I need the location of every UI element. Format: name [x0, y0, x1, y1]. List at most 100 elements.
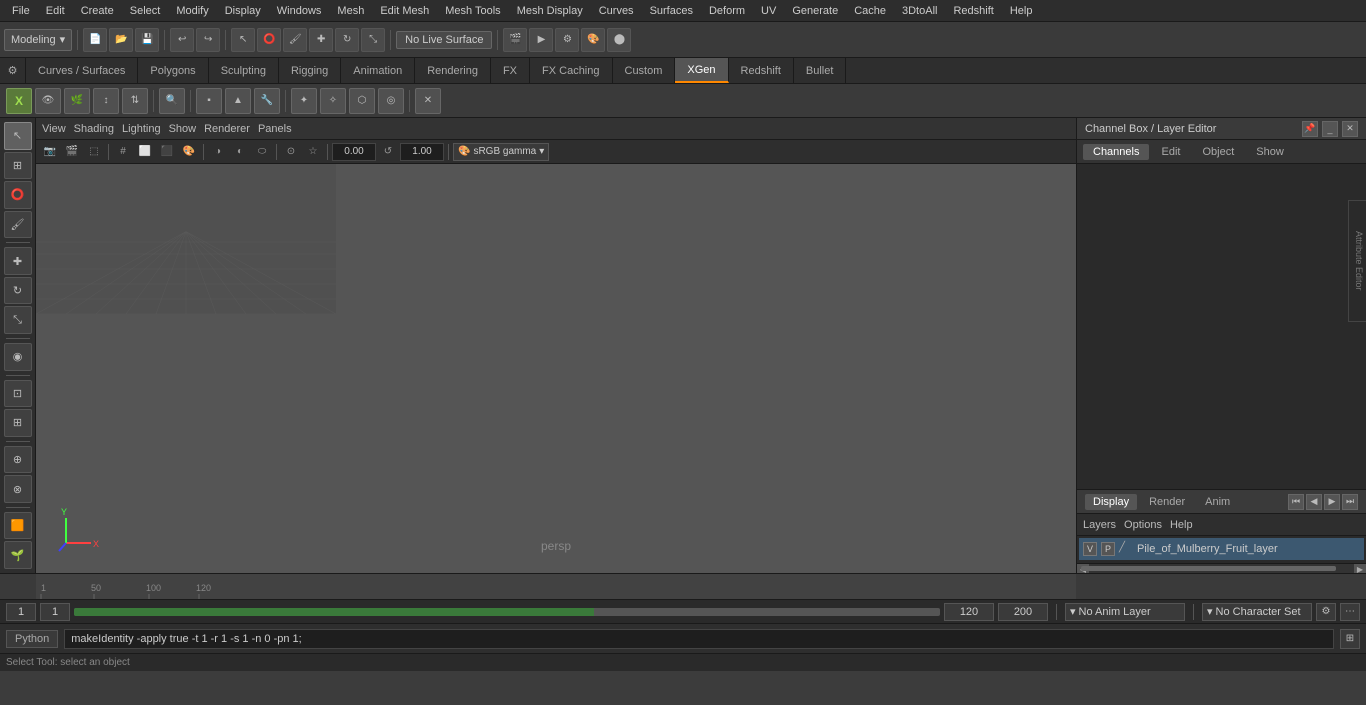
vp-menu-panels[interactable]: Panels	[258, 123, 292, 135]
tab-polygons[interactable]: Polygons	[138, 58, 208, 83]
channel-tab-channels[interactable]: Channels	[1083, 144, 1149, 160]
tab-settings-button[interactable]: ⚙	[0, 58, 26, 83]
vp-ao-btn[interactable]: ◐	[230, 143, 250, 161]
tab-fx[interactable]: FX	[491, 58, 530, 83]
tab-redshift[interactable]: Redshift	[729, 58, 794, 83]
lasso-tool-left[interactable]: ⭕	[4, 181, 32, 209]
xgen-btn-x[interactable]: X	[6, 88, 32, 114]
channel-box-minimize[interactable]: _	[1322, 121, 1338, 137]
xgen-btn-arrow2[interactable]: ⇅	[122, 88, 148, 114]
xgen-btn-hex[interactable]: ⬡	[349, 88, 375, 114]
menu-3dtoall[interactable]: 3DtoAll	[894, 3, 945, 19]
menu-cache[interactable]: Cache	[846, 3, 894, 19]
vp-menu-renderer[interactable]: Renderer	[204, 123, 250, 135]
menu-display[interactable]: Display	[217, 3, 269, 19]
xgen-btn-square[interactable]: ▪	[196, 88, 222, 114]
char-set-dropdown[interactable]: ▾ No Character Set	[1202, 603, 1312, 621]
menu-create[interactable]: Create	[73, 3, 122, 19]
layer-tab-render[interactable]: Render	[1141, 494, 1193, 510]
tab-custom[interactable]: Custom	[613, 58, 676, 83]
vp-texture-btn[interactable]: 🎨	[179, 143, 199, 161]
python-mode-label[interactable]: Python	[6, 630, 58, 648]
no-live-surface-button[interactable]: No Live Surface	[396, 31, 492, 49]
layer-visibility-toggle[interactable]: V	[1083, 542, 1097, 556]
tab-bullet[interactable]: Bullet	[794, 58, 847, 83]
move-tool-left[interactable]: ✚	[4, 247, 32, 275]
select-tool-left[interactable]: ↖	[4, 122, 32, 150]
vp-film-btn[interactable]: 🎬	[62, 143, 82, 161]
python-command-input[interactable]	[64, 629, 1334, 649]
channel-tab-edit[interactable]: Edit	[1151, 144, 1190, 160]
custom-tool1[interactable]: ⊞	[4, 409, 32, 437]
layer-playback-toggle[interactable]: P	[1101, 542, 1115, 556]
vp-menu-view[interactable]: View	[42, 123, 66, 135]
new-file-button[interactable]: 📄	[83, 28, 107, 52]
material-tool[interactable]: 🟧	[4, 512, 32, 540]
tab-animation[interactable]: Animation	[341, 58, 415, 83]
menu-edit-mesh[interactable]: Edit Mesh	[372, 3, 437, 19]
snap-tool[interactable]: ⊕	[4, 446, 32, 474]
camera-rotation-icon[interactable]: ↺	[378, 143, 398, 161]
redo-button[interactable]: ↪	[196, 28, 220, 52]
attribute-editor-tab[interactable]: Attribute Editor	[1348, 200, 1366, 322]
menu-generate[interactable]: Generate	[784, 3, 846, 19]
xgen-btn-circle[interactable]: ◎	[378, 88, 404, 114]
vp-depth-btn[interactable]: ⬭	[252, 143, 272, 161]
vp-grid-btn[interactable]: #	[113, 143, 133, 161]
menu-surfaces[interactable]: Surfaces	[642, 3, 701, 19]
layer-next-btn[interactable]: ▶	[1324, 494, 1340, 510]
vp-shaded-btn[interactable]: ⬛	[157, 143, 177, 161]
frame-range-bar[interactable]	[74, 608, 940, 616]
undo-button[interactable]: ↩	[170, 28, 194, 52]
channel-box-pin[interactable]: 📌	[1302, 121, 1318, 137]
list-item[interactable]: V P ╱ Pile_of_Mulberry_Fruit_layer	[1079, 538, 1364, 560]
xgen-leaf-tool[interactable]: 🌱	[4, 541, 32, 569]
menu-windows[interactable]: Windows	[269, 3, 330, 19]
tab-sculpting[interactable]: Sculpting	[209, 58, 279, 83]
tab-fx-caching[interactable]: FX Caching	[530, 58, 612, 83]
vp-menu-lighting[interactable]: Lighting	[122, 123, 161, 135]
lasso-tool-button[interactable]: ⭕	[257, 28, 281, 52]
vp-shadow-btn[interactable]: ◑	[208, 143, 228, 161]
vp-isolate-btn[interactable]: ⊙	[281, 143, 301, 161]
menu-mesh-display[interactable]: Mesh Display	[509, 3, 591, 19]
menu-modify[interactable]: Modify	[168, 3, 216, 19]
vp-camera-btn[interactable]: 📷	[40, 143, 60, 161]
menu-file[interactable]: File	[4, 3, 38, 19]
ipr-render-button[interactable]: ▶	[529, 28, 553, 52]
xgen-btn-star1[interactable]: ✦	[291, 88, 317, 114]
vp-wireframe-btn[interactable]: ⬜	[135, 143, 155, 161]
xgen-btn-star2[interactable]: ✧	[320, 88, 346, 114]
xgen-btn-wrench[interactable]: 🔧	[254, 88, 280, 114]
vp-xray-btn[interactable]: ☆	[303, 143, 323, 161]
show-manipulator[interactable]: ⊡	[4, 380, 32, 408]
python-settings-icon[interactable]: ⊞	[1340, 629, 1360, 649]
menu-help[interactable]: Help	[1002, 3, 1041, 19]
tab-rigging[interactable]: Rigging	[279, 58, 341, 83]
open-file-button[interactable]: 📂	[109, 28, 133, 52]
save-file-button[interactable]: 💾	[135, 28, 159, 52]
channel-tab-show[interactable]: Show	[1246, 144, 1294, 160]
tab-rendering[interactable]: Rendering	[415, 58, 491, 83]
layer-add-btn[interactable]: ⏮	[1288, 494, 1304, 510]
menu-mesh-tools[interactable]: Mesh Tools	[437, 3, 508, 19]
layer-tab-anim[interactable]: Anim	[1197, 494, 1238, 510]
xgen-btn-search[interactable]: 🔍	[159, 88, 185, 114]
layer-end-btn[interactable]: ⏭	[1342, 494, 1358, 510]
paint-tool-button[interactable]: 🖌	[283, 28, 307, 52]
scroll-thumb[interactable]	[1081, 566, 1336, 571]
menu-uv[interactable]: UV	[753, 3, 784, 19]
viewport-canvas[interactable]: persp X Y Z	[36, 164, 1076, 573]
soft-select-tool[interactable]: ◉	[4, 343, 32, 371]
colorspace-dropdown[interactable]: 🎨 sRGB gamma ▾	[453, 143, 549, 161]
xgen-btn-eye[interactable]: 👁	[35, 88, 61, 114]
render-button[interactable]: 🎬	[503, 28, 527, 52]
layer-tab-display[interactable]: Display	[1085, 494, 1137, 510]
channel-box-close[interactable]: ✕	[1342, 121, 1358, 137]
menu-mesh[interactable]: Mesh	[329, 3, 372, 19]
render-settings-button[interactable]: ⚙	[555, 28, 579, 52]
multi-component-tool[interactable]: ⊞	[4, 152, 32, 180]
menu-curves[interactable]: Curves	[591, 3, 642, 19]
xgen-btn-close[interactable]: ✕	[415, 88, 441, 114]
layer-menu-options[interactable]: Options	[1124, 519, 1162, 531]
